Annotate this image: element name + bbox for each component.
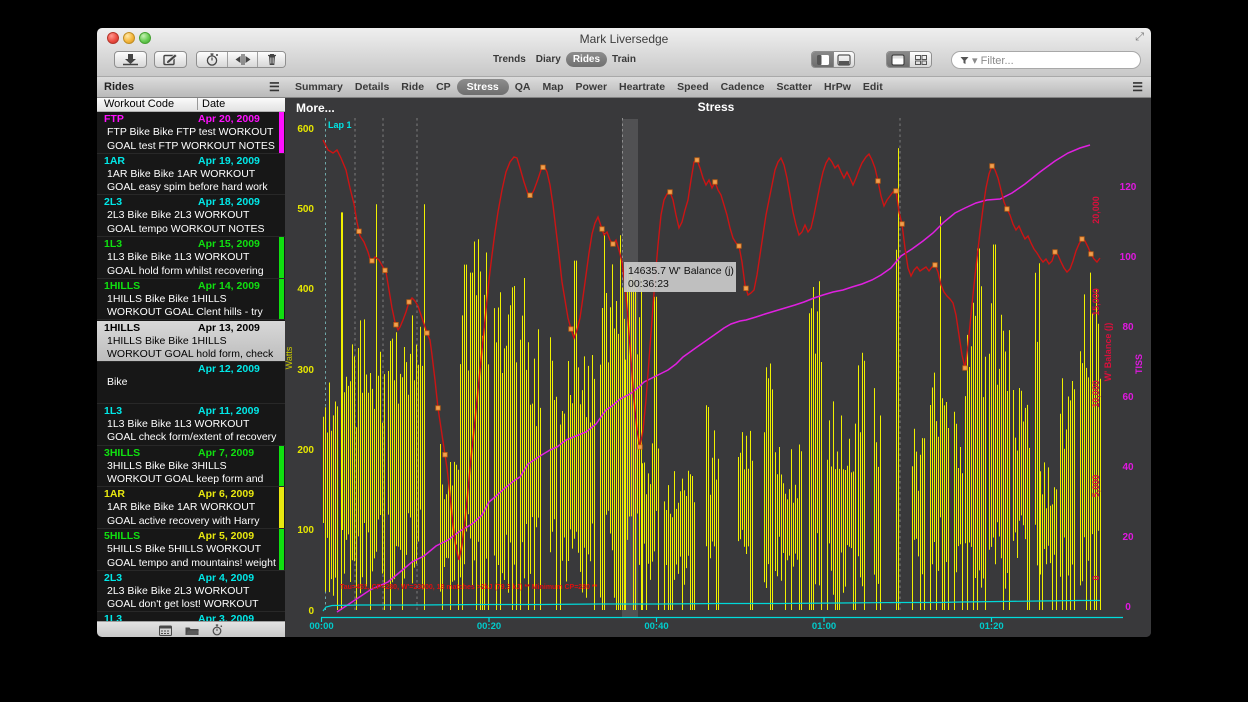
svg-text:5,000: 5,000	[1091, 475, 1101, 498]
svg-text:120: 120	[1120, 182, 1137, 193]
svg-text:60: 60	[1122, 392, 1134, 403]
svg-text:0: 0	[1091, 575, 1101, 580]
svg-text:01:20: 01:20	[979, 621, 1003, 632]
svg-text:TISS: TISS	[1134, 354, 1144, 374]
svg-text:600: 600	[297, 124, 314, 135]
svg-text:10,000: 10,000	[1091, 380, 1101, 408]
svg-text:W' Balance (j): W' Balance (j)	[1103, 323, 1113, 382]
svg-text:00:20: 00:20	[477, 621, 501, 632]
svg-text:Tau=451, CP=280, W'=23000, 18: Tau=451, CP=280, W'=23000, 18 matches >2…	[340, 584, 598, 591]
svg-text:Stress: Stress	[698, 100, 735, 114]
svg-text:100: 100	[1120, 252, 1137, 263]
svg-text:20: 20	[1122, 532, 1134, 543]
svg-text:More...: More...	[296, 101, 335, 115]
svg-text:40: 40	[1122, 462, 1134, 473]
svg-text:100: 100	[297, 525, 314, 536]
svg-text:14635.7 W' Balance (j): 14635.7 W' Balance (j)	[628, 265, 734, 277]
svg-text:0: 0	[308, 606, 314, 617]
svg-text:00:00: 00:00	[309, 621, 333, 632]
svg-text:200: 200	[297, 445, 314, 456]
svg-text:500: 500	[297, 204, 314, 215]
svg-text:00:36:23: 00:36:23	[628, 278, 669, 290]
svg-text:Lap 1: Lap 1	[328, 120, 352, 130]
svg-text:00:40: 00:40	[644, 621, 668, 632]
svg-text:15,000: 15,000	[1091, 288, 1101, 316]
svg-text:20,000: 20,000	[1091, 196, 1101, 224]
svg-text:80: 80	[1122, 322, 1134, 333]
svg-text:300: 300	[297, 365, 314, 376]
svg-text:01:00: 01:00	[812, 621, 836, 632]
svg-text:0: 0	[1125, 602, 1131, 613]
svg-text:Watts: Watts	[285, 346, 294, 369]
svg-text:400: 400	[297, 284, 314, 295]
